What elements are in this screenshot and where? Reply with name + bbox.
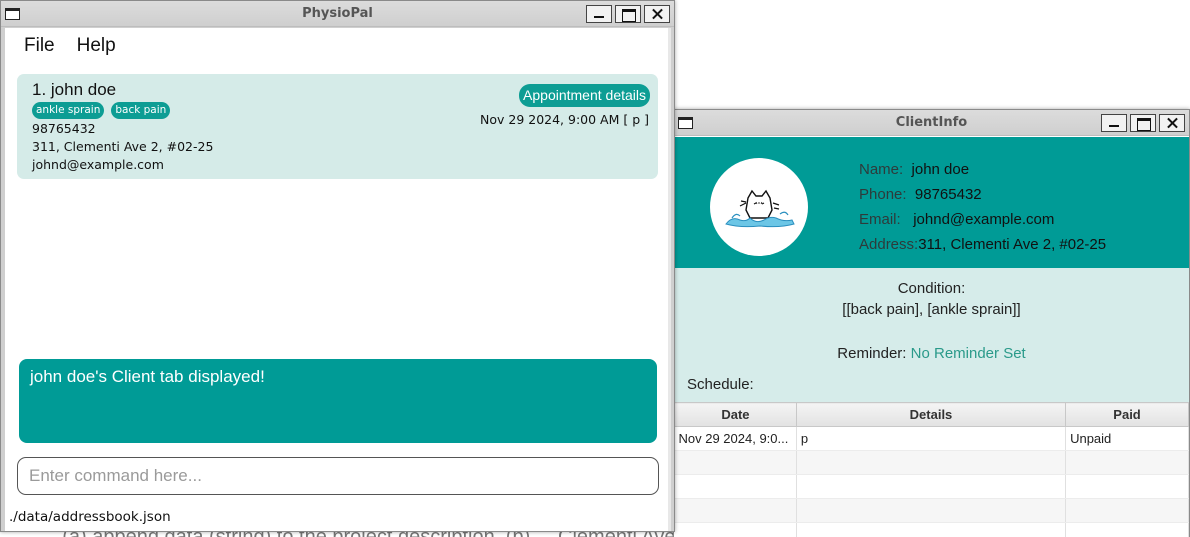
- address-value: 311, Clementi Ave 2, #02-25: [918, 236, 1107, 253]
- phone-value: 98765432: [914, 186, 982, 203]
- cell-paid: Unpaid: [1065, 426, 1189, 451]
- person-phone: 98765432: [32, 121, 96, 136]
- menu-file[interactable]: File: [24, 35, 55, 57]
- table-row-empty: [674, 498, 1189, 523]
- cell-date: Nov 29 2024, 9:0...: [674, 426, 797, 451]
- physio-cat-icon: [725, 189, 795, 228]
- table-row[interactable]: Nov 29 2024, 9:0... p Unpaid: [674, 426, 1189, 451]
- client-body: Condition: [[back pain], [ankle sprain]]…: [674, 268, 1189, 537]
- name-value: john doe: [911, 161, 970, 178]
- condition-label: Condition:: [897, 280, 966, 297]
- physiopal-titlebar[interactable]: PhysioPal: [1, 1, 674, 27]
- person-address: 311, Clementi Ave 2, #02-25: [32, 139, 214, 154]
- window-title: PhysioPal: [302, 6, 373, 21]
- phone-label: Phone:: [859, 186, 907, 203]
- menu-bar: File Help: [5, 28, 671, 64]
- close-button[interactable]: [644, 5, 670, 23]
- name-row: Name: john doe: [859, 157, 1106, 182]
- scrollbar-track[interactable]: [668, 28, 671, 531]
- table-row-empty: [674, 474, 1189, 499]
- schedule-label: Schedule:: [687, 376, 754, 393]
- table-row-empty: [674, 522, 1189, 537]
- client-info-titlebar[interactable]: ClientInfo: [674, 110, 1189, 136]
- tag-ankle-sprain: ankle sprain: [32, 102, 105, 119]
- appointment-summary: Nov 29 2024, 9:00 AM [ p ]: [480, 112, 649, 127]
- column-header-date[interactable]: Date: [674, 402, 797, 427]
- person-name: 1. john doe: [32, 80, 117, 99]
- main-content: File Help 1. john doe ankle sprain back …: [5, 28, 671, 531]
- close-button[interactable]: [1159, 114, 1185, 132]
- result-display: john doe's Client tab displayed!: [19, 359, 657, 443]
- client-header: Name: john doe Phone: 98765432 Email: jo…: [674, 137, 1189, 268]
- status-bar-filepath: ./data/addressbook.json: [9, 509, 171, 525]
- menu-help[interactable]: Help: [77, 35, 116, 57]
- email-row: Email: johnd@example.com: [859, 207, 1106, 232]
- maximize-button[interactable]: [615, 5, 641, 23]
- client-info-window: ClientInfo Name: john doe Phone: 9876543…: [673, 109, 1190, 537]
- maximize-button[interactable]: [1130, 114, 1156, 132]
- person-email: johnd@example.com: [32, 157, 164, 172]
- cell-details: p: [796, 426, 1067, 451]
- reminder-label: Reminder:: [837, 345, 907, 362]
- command-input[interactable]: [17, 457, 659, 495]
- column-header-paid[interactable]: Paid: [1065, 402, 1189, 427]
- appointment-details-button[interactable]: Appointment details: [519, 84, 650, 107]
- avatar: [710, 158, 808, 256]
- table-row-empty: [674, 450, 1189, 475]
- client-fields: Name: john doe Phone: 98765432 Email: jo…: [859, 157, 1106, 257]
- name-label: Name:: [859, 161, 904, 178]
- schedule-table[interactable]: Date Details Paid Nov 29 2024, 9:0... p …: [674, 402, 1189, 537]
- condition-value: [[back pain], [ankle sprain]]: [842, 301, 1021, 318]
- minimize-button[interactable]: [1101, 114, 1127, 132]
- phone-row: Phone: 98765432: [859, 182, 1106, 207]
- reminder: Reminder: No Reminder Set: [674, 345, 1189, 362]
- address-row: Address:311, Clementi Ave 2, #02-25: [859, 232, 1106, 257]
- result-message: john doe's Client tab displayed!: [30, 367, 265, 386]
- tag-list: ankle sprain back pain: [32, 102, 171, 119]
- minimize-button[interactable]: [586, 5, 612, 23]
- physiopal-window: PhysioPal File Help 1. john doe ankle sp…: [0, 0, 675, 532]
- table-header-row: Date Details Paid: [674, 402, 1189, 427]
- person-card[interactable]: 1. john doe ankle sprain back pain 98765…: [17, 74, 658, 179]
- column-header-details[interactable]: Details: [795, 402, 1067, 427]
- email-value: johnd@example.com: [913, 211, 1055, 228]
- tag-back-pain: back pain: [111, 102, 171, 119]
- address-label: Address:: [859, 236, 919, 253]
- reminder-value: No Reminder Set: [910, 345, 1026, 362]
- email-label: Email:: [859, 211, 901, 228]
